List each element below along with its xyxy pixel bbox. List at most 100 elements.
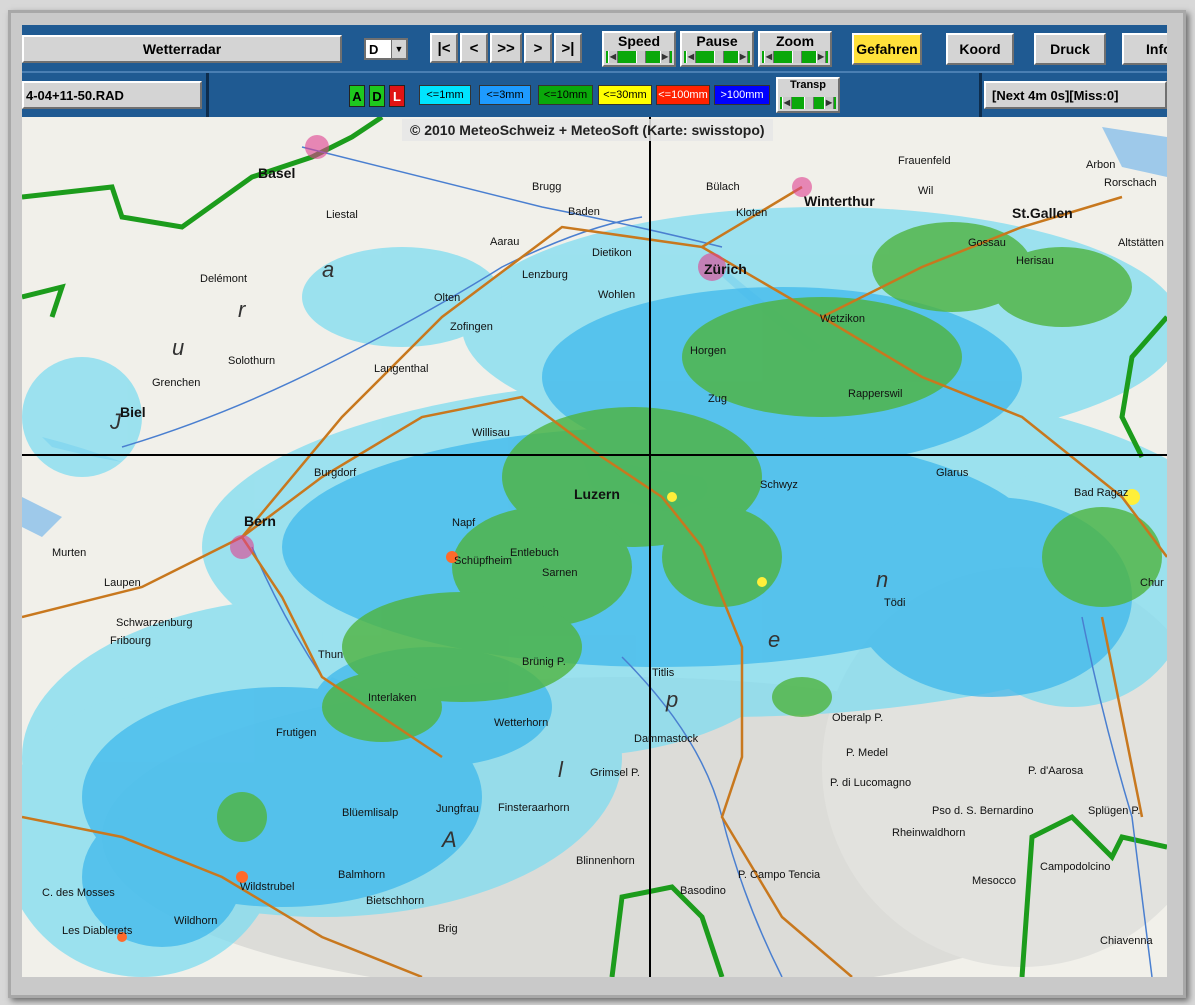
place-label: Kloten [736,207,768,219]
radar-map[interactable]: © 2010 MeteoSchweiz + MeteoSoft (Karte: … [22,117,1167,977]
main-toolbar: Wetterradar D ▼ |< < >> > >| Speed ◀ ▶ P… [22,25,1167,71]
place-label: Wohlen [598,289,636,301]
triangle-left-icon[interactable]: ◀ [686,51,696,63]
place-label: Frutigen [276,727,317,739]
place-label: Frauenfeld [898,155,951,167]
play-button[interactable]: >> [490,33,522,63]
place-label: Zofingen [450,321,493,333]
region-letter: a [322,257,337,282]
place-label: Willisau [472,427,510,439]
prev-frame-button[interactable]: < [460,33,488,63]
place-label: Bülach [706,181,740,193]
pause-thumb[interactable] [714,51,724,63]
speed-track[interactable]: ◀ ▶ [606,51,672,63]
language-select-value: D [369,41,379,57]
region-letter: J [110,409,123,434]
place-label: Chur [1140,577,1164,589]
region-letter: A [442,827,459,852]
place-label: Basodino [680,885,726,897]
place-label: Brugg [532,181,562,193]
triangle-left-icon[interactable]: ◀ [764,51,774,63]
place-label: Blinnenhorn [576,855,635,867]
region-letter: e [768,627,783,652]
place-label: Luzern [574,486,620,502]
place-label: C. des Mosses [42,887,115,899]
place-label: Entlebuch [510,547,559,559]
place-label: Pso d. S. Bernardino [932,805,1034,817]
zoom-thumb[interactable] [792,51,802,63]
place-label: Dietikon [592,247,632,259]
place-label: Winterthur [804,193,875,209]
speed-slider[interactable]: Speed ◀ ▶ [602,31,676,67]
gefahren-button[interactable]: Gefahren [852,33,922,65]
place-label: Balmhorn [338,869,386,881]
place-label: St.Gallen [1012,205,1073,221]
toggle-l-button[interactable]: L [389,85,405,107]
place-label: Campodolcino [1040,861,1111,873]
toggle-d-button[interactable]: D [369,85,385,107]
druck-button[interactable]: Druck [1034,33,1106,65]
place-label: Tödi [884,597,906,609]
place-label: Liestal [326,209,358,221]
chevron-down-icon[interactable]: ▼ [391,40,406,58]
toolbar-divider [206,73,209,117]
next-frame-button[interactable]: > [524,33,552,63]
triangle-right-icon[interactable]: ▶ [738,51,748,63]
triangle-right-icon[interactable]: ▶ [824,97,834,109]
pause-track[interactable]: ◀ ▶ [684,51,750,63]
place-label: Brünig P. [522,656,566,668]
pause-slider[interactable]: Pause ◀ ▶ [680,31,754,67]
place-label: Rorschach [1104,177,1157,189]
toolbar-divider [979,73,982,117]
transp-track[interactable]: ◀ ▶ [780,97,836,109]
place-label: Wil [918,185,934,197]
place-label: Finsteraarhorn [498,802,570,814]
place-label: Zürich [704,261,747,277]
place-label: Altstätten [1118,237,1164,249]
place-label: Olten [434,292,461,304]
triangle-left-icon[interactable]: ◀ [782,97,792,109]
legend-item: <=3mm [479,85,531,105]
toggle-a-button[interactable]: A [349,85,365,107]
legend-item: <=1mm [419,85,471,105]
place-label: Brig [438,923,458,935]
last-frame-button[interactable]: >| [554,33,582,63]
place-label: Zug [708,393,727,405]
place-label: Bern [244,513,276,529]
place-label: Wildhorn [174,915,218,927]
triangle-right-icon[interactable]: ▶ [660,51,670,63]
region-letter: u [172,335,187,360]
speed-thumb[interactable] [636,51,646,63]
place-label: Bad Ragaz [1074,487,1129,499]
legend-item: <=30mm [598,85,652,105]
place-label: Solothurn [228,355,276,367]
transparency-slider[interactable]: Transp ◀ ▶ [776,77,840,113]
place-label: Baden [568,206,600,218]
place-label: Burgdorf [314,467,357,479]
place-label: Horgen [690,345,727,357]
triangle-left-icon[interactable]: ◀ [608,51,618,63]
place-label: P. Medel [846,747,888,759]
region-letter: l [558,757,565,782]
place-label: Splügen P. [1088,805,1141,817]
place-label: Blüemlisalp [342,807,399,819]
language-select[interactable]: D ▼ [364,38,408,60]
transp-thumb[interactable] [804,97,814,109]
zoom-label: Zoom [775,33,815,49]
place-label: Herisau [1016,255,1054,267]
info-button[interactable]: Info [1122,33,1167,65]
zoom-track[interactable]: ◀ ▶ [762,51,828,63]
first-frame-button[interactable]: |< [430,33,458,63]
place-label: Interlaken [368,692,417,704]
place-label: Lenzburg [522,269,568,281]
triangle-right-icon[interactable]: ▶ [816,51,826,63]
koord-button[interactable]: Koord [946,33,1014,65]
app-title: Wetterradar [22,35,342,63]
region-letter: n [876,567,891,592]
transp-label: Transp [789,79,827,91]
place-label: Les Diablerets [62,925,133,937]
zoom-slider[interactable]: Zoom ◀ ▶ [758,31,832,67]
place-label: Jungfrau [436,803,479,815]
place-label: Delémont [200,273,248,285]
place-label: Murten [52,547,87,559]
